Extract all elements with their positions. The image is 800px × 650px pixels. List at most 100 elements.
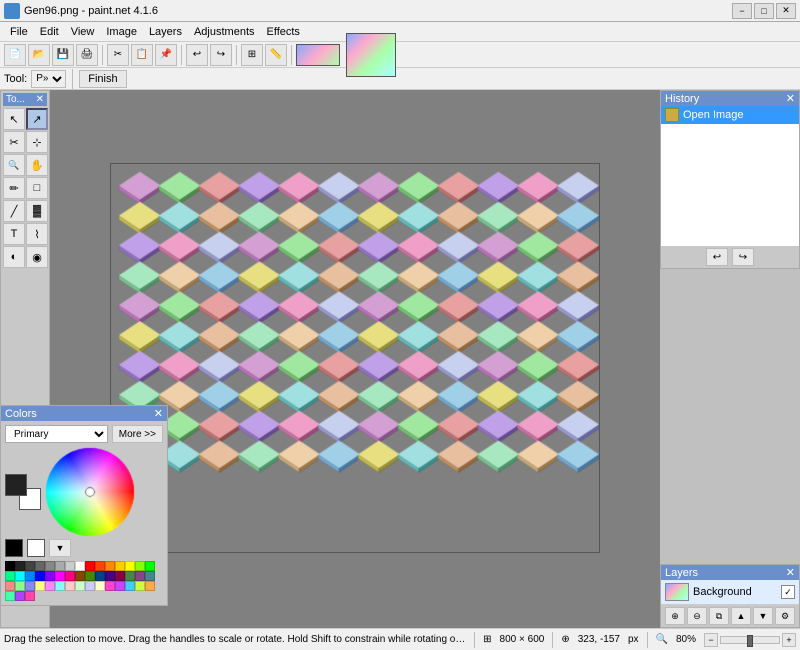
menu-image[interactable]: Image [100, 24, 143, 40]
zoom-out-button[interactable]: − [704, 633, 718, 647]
undo-history-button[interactable]: ↩ [706, 248, 728, 266]
color-swatch[interactable] [45, 561, 55, 571]
close-button[interactable]: ✕ [776, 3, 796, 19]
maximize-button[interactable]: □ [754, 3, 774, 19]
color-swatch[interactable] [35, 561, 45, 571]
document-thumbnail[interactable] [296, 44, 340, 66]
copy-button[interactable]: 📋 [131, 44, 153, 66]
color-swatch[interactable] [5, 581, 15, 591]
color-swatch[interactable] [75, 571, 85, 581]
color-swatch[interactable] [5, 571, 15, 581]
color-swatch[interactable] [115, 581, 125, 591]
color-swatch[interactable] [75, 581, 85, 591]
tool-pan[interactable]: ✋ [26, 154, 48, 176]
color-swatch[interactable] [15, 591, 25, 601]
fg-color-swatch[interactable] [5, 474, 27, 496]
color-swatch[interactable] [95, 581, 105, 591]
color-swatch[interactable] [145, 561, 155, 571]
menu-layers[interactable]: Layers [143, 24, 188, 40]
color-swatch[interactable] [105, 571, 115, 581]
color-swatch[interactable] [85, 561, 95, 571]
zoom-in-button[interactable]: + [782, 633, 796, 647]
color-swatch[interactable] [95, 561, 105, 571]
color-mode-selector[interactable]: Primary Secondary [5, 425, 108, 443]
add-layer-button[interactable]: ⊕ [665, 607, 685, 625]
tool-gradient[interactable]: ◐ [3, 246, 25, 268]
tool-selector[interactable]: P» [31, 70, 66, 88]
history-content[interactable]: Open Image [661, 106, 799, 246]
grid-button[interactable]: ⊞ [241, 44, 263, 66]
undo-button[interactable]: ↩ [186, 44, 208, 66]
color-swatch[interactable] [135, 571, 145, 581]
redo-button[interactable]: ↪ [210, 44, 232, 66]
color-swatch[interactable] [25, 561, 35, 571]
color-swatch[interactable] [105, 561, 115, 571]
color-swatch[interactable] [105, 581, 115, 591]
black-swatch[interactable] [5, 539, 23, 557]
color-swatch[interactable] [15, 571, 25, 581]
colors-close[interactable]: ✕ [154, 407, 163, 420]
color-swatch[interactable] [35, 581, 45, 591]
color-swatch[interactable] [55, 571, 65, 581]
color-swatch[interactable] [25, 571, 35, 581]
tool-select-move[interactable]: ↗ [26, 108, 48, 130]
color-swatch[interactable] [95, 571, 105, 581]
tool-fill[interactable]: ▓ [26, 200, 48, 222]
print-button[interactable]: 🖨 [76, 44, 98, 66]
color-swatch[interactable] [65, 571, 75, 581]
main-thumbnail[interactable] [346, 33, 396, 77]
layer-item-background[interactable]: Background ✓ [661, 580, 799, 605]
color-swatch[interactable] [25, 591, 35, 601]
color-swatch[interactable] [125, 571, 135, 581]
tool-magic-wand[interactable]: ⊹ [26, 131, 48, 153]
redo-history-button[interactable]: ↪ [732, 248, 754, 266]
color-swatch[interactable] [125, 561, 135, 571]
tool-select-rect[interactable]: ↖ [3, 108, 25, 130]
color-swatch[interactable] [65, 561, 75, 571]
color-swatch[interactable] [135, 561, 145, 571]
color-swatch[interactable] [45, 571, 55, 581]
zoom-slider-thumb[interactable] [747, 635, 753, 647]
color-swatch[interactable] [135, 581, 145, 591]
toolbox-close[interactable]: ✕ [36, 94, 44, 105]
layers-close[interactable]: ✕ [786, 566, 795, 579]
color-wheel-container[interactable] [45, 447, 135, 537]
tool-lasso[interactable]: ✂ [3, 131, 25, 153]
save-button[interactable]: 💾 [52, 44, 74, 66]
move-layer-down-button[interactable]: ▼ [753, 607, 773, 625]
color-swatch[interactable] [5, 561, 15, 571]
duplicate-layer-button[interactable]: ⧉ [709, 607, 729, 625]
color-swatch[interactable] [55, 581, 65, 591]
color-swatch[interactable] [75, 561, 85, 571]
layer-properties-button[interactable]: ⚙ [775, 607, 795, 625]
color-swatch[interactable] [145, 581, 155, 591]
ruler-button[interactable]: 📏 [265, 44, 287, 66]
color-swatch[interactable] [125, 581, 135, 591]
tool-shapes[interactable]: □ [26, 177, 48, 199]
paste-button[interactable]: 📌 [155, 44, 177, 66]
more-colors-button[interactable]: More >> [112, 425, 163, 443]
color-swatch[interactable] [85, 581, 95, 591]
color-swatch[interactable] [65, 581, 75, 591]
new-button[interactable]: 📄 [4, 44, 26, 66]
color-swatch[interactable] [25, 581, 35, 591]
menu-edit[interactable]: Edit [34, 24, 65, 40]
color-swatch[interactable] [55, 561, 65, 571]
zoom-slider[interactable] [720, 636, 780, 644]
tool-text[interactable]: T [3, 223, 25, 245]
history-item-open-image[interactable]: Open Image [661, 106, 799, 124]
color-swatch[interactable] [15, 561, 25, 571]
menu-effects[interactable]: Effects [261, 24, 306, 40]
tool-path[interactable]: ⌇ [26, 223, 48, 245]
tool-line[interactable]: ╱ [3, 200, 25, 222]
color-wheel[interactable] [45, 447, 135, 537]
color-swatch[interactable] [115, 571, 125, 581]
color-swatch[interactable] [15, 581, 25, 591]
tool-pencil[interactable]: ✏ [3, 177, 25, 199]
layer-visibility-check[interactable]: ✓ [781, 585, 795, 599]
color-options-button[interactable]: ▼ [49, 539, 71, 557]
menu-view[interactable]: View [65, 24, 101, 40]
color-swatch[interactable] [35, 571, 45, 581]
history-close[interactable]: ✕ [786, 92, 795, 105]
minimize-button[interactable]: − [732, 3, 752, 19]
